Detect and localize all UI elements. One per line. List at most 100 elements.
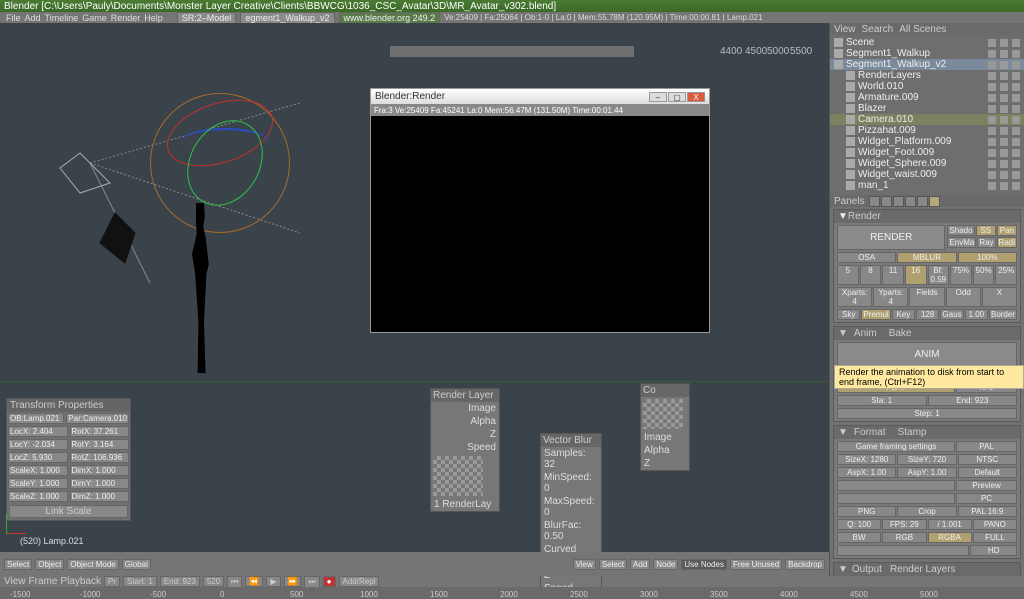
preset-pc[interactable]: PC — [956, 493, 1017, 504]
par-field[interactable]: Par:Camera.010 — [66, 413, 129, 424]
locy[interactable]: LocY: -2.034 — [8, 439, 68, 450]
pct50[interactable]: 50% — [973, 265, 995, 285]
outliner-search[interactable]: Search — [862, 24, 894, 35]
dimz[interactable]: DimZ: 1.000 — [70, 491, 130, 502]
tl-pr[interactable]: Pr — [104, 576, 120, 587]
render-toggle-icon[interactable] — [1012, 116, 1020, 124]
screen-selector[interactable]: egment1_Walkup_v2 — [240, 12, 334, 24]
render-toggle-icon[interactable] — [1012, 61, 1020, 69]
render-toggle-icon[interactable] — [1012, 105, 1020, 113]
render-toggle-icon[interactable] — [1012, 127, 1020, 135]
fps-frac[interactable]: / 1.001 — [928, 519, 972, 530]
shado-toggle[interactable]: Shado — [947, 225, 974, 236]
tab-anim[interactable]: Anim — [848, 328, 883, 339]
ctx-object-icon[interactable] — [905, 196, 916, 207]
outliner-item[interactable]: Segment1_Walkup — [830, 48, 1024, 59]
3d-viewport[interactable]: 4400 4500 5000 5500 Blender:Render – ▢ X… — [0, 23, 829, 576]
aspx[interactable]: AspX: 1.00 — [837, 467, 896, 478]
ss-toggle[interactable]: SS — [976, 225, 996, 236]
bw-toggle[interactable]: BW — [837, 532, 881, 543]
tl-playback[interactable]: Playback — [60, 576, 101, 587]
vis-toggle-icon[interactable] — [988, 83, 996, 91]
gaus-sel[interactable]: Gaus — [940, 309, 963, 320]
sel-toggle-icon[interactable] — [1000, 138, 1008, 146]
octree-128[interactable]: 128 — [916, 309, 939, 320]
outliner-item[interactable]: Blazer — [830, 103, 1024, 114]
gfs-button[interactable]: Game framing settings — [837, 441, 955, 452]
radi-toggle[interactable]: Radi — [997, 237, 1017, 248]
sel-toggle-icon[interactable] — [1000, 116, 1008, 124]
mblur-toggle[interactable]: MBLUR — [897, 252, 956, 263]
scalez[interactable]: ScaleZ: 1.000 — [8, 491, 68, 502]
pct100[interactable]: 100% — [958, 252, 1017, 263]
vis-toggle-icon[interactable] — [988, 39, 996, 47]
ne-view[interactable]: View — [573, 559, 596, 570]
mode-selector[interactable]: Object Mode — [67, 559, 118, 570]
tab-format[interactable]: Format — [848, 427, 892, 438]
preset-hd[interactable]: HD — [970, 545, 1017, 556]
sel-toggle-icon[interactable] — [1000, 83, 1008, 91]
osa11[interactable]: 11 — [882, 265, 904, 285]
vis-toggle-icon[interactable] — [988, 182, 996, 190]
preset-pano[interactable]: PANO — [973, 519, 1017, 530]
vis-toggle-icon[interactable] — [988, 149, 996, 157]
preset-default[interactable]: Default — [958, 467, 1017, 478]
tab-bake[interactable]: Bake — [883, 328, 918, 339]
menu-timeline[interactable]: Timeline — [45, 13, 79, 23]
menu-game[interactable]: Game — [82, 13, 107, 23]
tl-jumpend-icon[interactable]: ⏭ — [304, 576, 319, 588]
outliner-view[interactable]: View — [834, 24, 856, 35]
render-toggle-icon[interactable] — [1012, 50, 1020, 58]
menu-file[interactable]: File — [6, 13, 21, 23]
tl-prevkey-icon[interactable]: ⏪ — [245, 576, 263, 587]
orientation-selector[interactable]: Global — [122, 559, 151, 570]
node-editor[interactable]: Render Layer Image Alpha Z Speed 1 Rende… — [430, 383, 710, 553]
vb-samples[interactable]: Samples: 32 — [541, 447, 601, 471]
premul-toggle[interactable]: Premul — [861, 309, 890, 320]
vis-toggle-icon[interactable] — [988, 105, 996, 113]
vis-toggle-icon[interactable] — [988, 61, 996, 69]
sel-toggle-icon[interactable] — [1000, 105, 1008, 113]
outliner-item[interactable]: Widget_Sphere.009 — [830, 158, 1024, 169]
render-toggle-icon[interactable] — [1012, 39, 1020, 47]
tl-play-icon[interactable]: ▶ — [266, 576, 280, 587]
sel-toggle-icon[interactable] — [1000, 171, 1008, 179]
sizey[interactable]: SizeY: 720 — [897, 454, 956, 465]
tl-jumpstart-icon[interactable]: ⏮ — [227, 576, 242, 588]
vis-toggle-icon[interactable] — [988, 138, 996, 146]
outliner-item[interactable]: Segment1_Walkup_v2 — [830, 59, 1024, 70]
node-render-layer[interactable]: Render Layer Image Alpha Z Speed 1 Rende… — [430, 388, 500, 512]
sel-toggle-icon[interactable] — [1000, 39, 1008, 47]
sel-toggle-icon[interactable] — [1000, 127, 1008, 135]
ctx-edit-icon[interactable] — [917, 196, 928, 207]
transform-properties-panel[interactable]: Transform Properties OB:Lamp.021Par:Came… — [6, 398, 131, 521]
vb-min[interactable]: MinSpeed: 0 — [541, 471, 601, 495]
render-toggle-icon[interactable] — [1012, 138, 1020, 146]
sel-toggle-icon[interactable] — [1000, 94, 1008, 102]
render-toggle-icon[interactable] — [1012, 149, 1020, 157]
outliner-item[interactable]: World.010 — [830, 81, 1024, 92]
preset-full[interactable]: FULL — [973, 532, 1017, 543]
q-field[interactable]: Q: 100 — [837, 519, 881, 530]
locz[interactable]: LocZ: 5.930 — [8, 452, 68, 463]
menu-render[interactable]: Render — [111, 13, 141, 23]
menu-add[interactable]: Add — [25, 13, 41, 23]
outliner[interactable]: SceneSegment1_WalkupSegment1_Walkup_v2Re… — [830, 35, 1024, 195]
sky-toggle[interactable]: Sky — [837, 309, 860, 320]
sel-toggle-icon[interactable] — [1000, 72, 1008, 80]
roty[interactable]: RotY: 3.164 — [70, 439, 130, 450]
osa8[interactable]: 8 — [860, 265, 882, 285]
osa-toggle[interactable]: OSA — [837, 252, 896, 263]
preset-preview[interactable]: Preview — [956, 480, 1017, 491]
tl-end[interactable]: End: 923 — [160, 576, 200, 587]
ne-add[interactable]: Add — [630, 559, 650, 570]
sel-toggle-icon[interactable] — [1000, 149, 1008, 157]
tl-current[interactable]: 520 — [203, 576, 224, 587]
timeline-ruler[interactable]: -1500-1000-50005001000150020002500300035… — [0, 587, 1024, 599]
outliner-item[interactable]: Armature.009 — [830, 92, 1024, 103]
sel-toggle-icon[interactable] — [1000, 50, 1008, 58]
format-png[interactable]: PNG — [837, 506, 896, 517]
locx[interactable]: LocX: 2.404 — [8, 426, 68, 437]
ob-field[interactable]: OB:Lamp.021 — [8, 413, 64, 424]
vp-select[interactable]: Select — [4, 559, 32, 570]
